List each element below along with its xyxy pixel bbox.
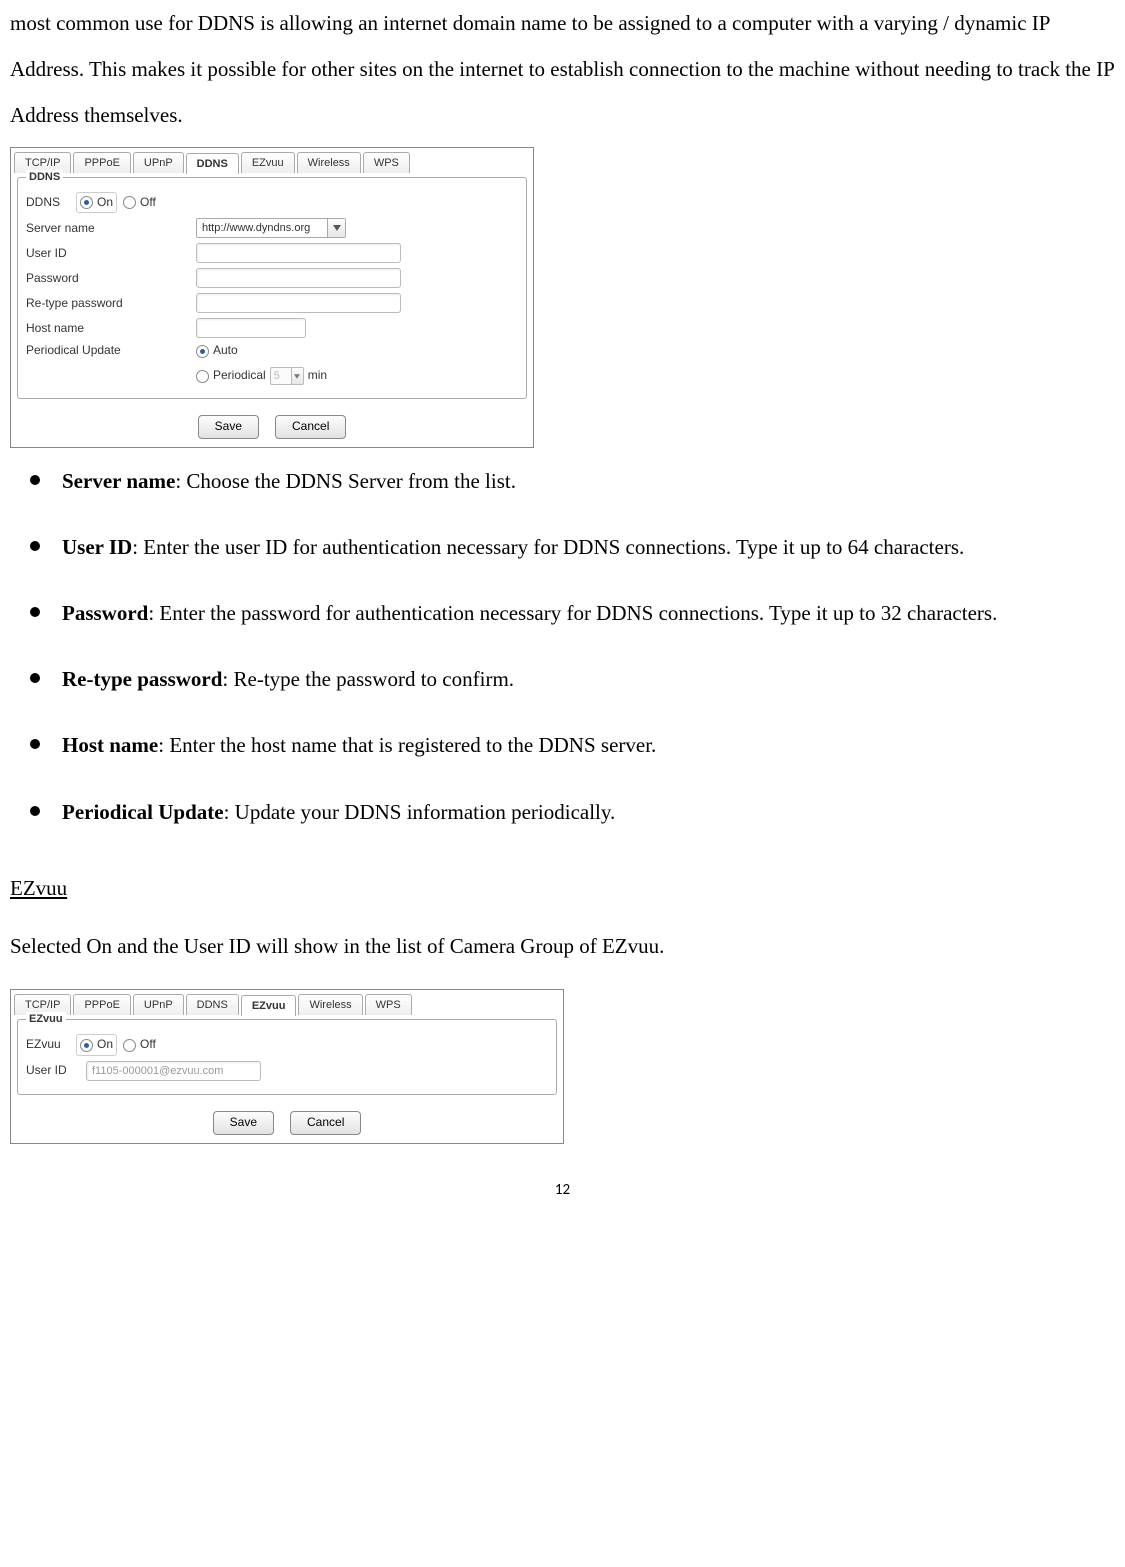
periodical-min-select[interactable]: 5 bbox=[270, 367, 304, 385]
save-button[interactable]: Save bbox=[213, 1111, 274, 1135]
list-item: Periodical Update: Update your DDNS info… bbox=[22, 789, 1115, 835]
list-item: User ID: Enter the user ID for authentic… bbox=[22, 524, 1115, 570]
user-id-input[interactable] bbox=[196, 243, 401, 263]
ezvuu-section-description: Selected On and the User ID will show in… bbox=[10, 923, 1115, 969]
page-number: 12 bbox=[10, 1174, 1115, 1207]
ddns-fieldset: DDNS DDNS On Off Server name http://www.… bbox=[17, 177, 527, 399]
cancel-button[interactable]: Cancel bbox=[290, 1111, 361, 1135]
ezvuu-label: EZvuu bbox=[26, 1037, 76, 1053]
intro-paragraph: most common use for DDNS is allowing an … bbox=[10, 0, 1115, 139]
ddns-on-radio[interactable] bbox=[80, 196, 93, 209]
list-item: Re-type password: Re-type the password t… bbox=[22, 656, 1115, 702]
ezvuu-userid-input[interactable]: f1105-000001@ezvuu.com bbox=[86, 1061, 261, 1081]
ezvuu-legend: EZvuu bbox=[26, 1012, 66, 1026]
tab-wps[interactable]: WPS bbox=[365, 994, 412, 1015]
ddns-label: DDNS bbox=[26, 195, 76, 211]
ezvuu-on-label: On bbox=[97, 1037, 113, 1053]
ezvuu-fieldset: EZvuu EZvuu On Off User ID f1105-000001@… bbox=[17, 1019, 557, 1095]
ezvuu-tabs: TCP/IP PPPoE UPnP DDNS EZvuu Wireless WP… bbox=[11, 990, 563, 1015]
periodical-update-label: Periodical Update bbox=[26, 343, 196, 359]
chevron-down-icon bbox=[291, 368, 303, 384]
tab-ddns[interactable]: DDNS bbox=[186, 153, 239, 174]
ddns-legend: DDNS bbox=[26, 170, 63, 184]
min-label: min bbox=[308, 368, 327, 384]
retype-password-input[interactable] bbox=[196, 293, 401, 313]
ddns-on-label: On bbox=[97, 195, 113, 211]
auto-label: Auto bbox=[213, 343, 238, 359]
tab-pppoe[interactable]: PPPoE bbox=[73, 994, 130, 1015]
ddns-off-radio[interactable] bbox=[123, 196, 136, 209]
server-name-value: http://www.dyndns.org bbox=[197, 221, 327, 235]
ezvuu-button-row: Save Cancel bbox=[11, 1105, 563, 1143]
ezvuu-screenshot: TCP/IP PPPoE UPnP DDNS EZvuu Wireless WP… bbox=[10, 989, 564, 1143]
bullet-term: Password bbox=[62, 601, 148, 625]
bullet-term: Host name bbox=[62, 733, 158, 757]
bullet-text: : Enter the user ID for authentication n… bbox=[132, 535, 964, 559]
user-id-label: User ID bbox=[26, 246, 196, 262]
bullet-term: Periodical Update bbox=[62, 800, 224, 824]
retype-password-label: Re-type password bbox=[26, 296, 196, 312]
tab-upnp[interactable]: UPnP bbox=[133, 152, 184, 173]
password-input[interactable] bbox=[196, 268, 401, 288]
host-name-input[interactable] bbox=[196, 318, 306, 338]
server-name-label: Server name bbox=[26, 221, 196, 237]
bullet-text: : Re-type the password to confirm. bbox=[222, 667, 514, 691]
auto-radio[interactable] bbox=[196, 345, 209, 358]
tab-ddns[interactable]: DDNS bbox=[186, 994, 239, 1015]
ezvuu-off-label: Off bbox=[140, 1037, 156, 1053]
list-item: Password: Enter the password for authent… bbox=[22, 590, 1115, 636]
periodical-min-value: 5 bbox=[271, 369, 291, 383]
ezvuu-userid-label: User ID bbox=[26, 1063, 86, 1079]
bullet-text: : Update your DDNS information periodica… bbox=[224, 800, 616, 824]
cancel-button[interactable]: Cancel bbox=[275, 415, 346, 439]
chevron-down-icon bbox=[327, 219, 345, 237]
password-label: Password bbox=[26, 271, 196, 287]
bullet-text: : Choose the DDNS Server from the list. bbox=[175, 469, 516, 493]
save-button[interactable]: Save bbox=[198, 415, 259, 439]
tab-ezvuu[interactable]: EZvuu bbox=[241, 152, 295, 173]
ddns-off-label: Off bbox=[140, 195, 156, 211]
list-item: Host name: Enter the host name that is r… bbox=[22, 722, 1115, 768]
ezvuu-userid-value: f1105-000001@ezvuu.com bbox=[92, 1064, 223, 1078]
ddns-tabs: TCP/IP PPPoE UPnP DDNS EZvuu Wireless WP… bbox=[11, 148, 533, 173]
ddns-button-row: Save Cancel bbox=[11, 409, 533, 447]
list-item: Server name: Choose the DDNS Server from… bbox=[22, 458, 1115, 504]
tab-upnp[interactable]: UPnP bbox=[133, 994, 184, 1015]
ezvuu-off-radio[interactable] bbox=[123, 1039, 136, 1052]
tab-wireless[interactable]: Wireless bbox=[298, 994, 362, 1015]
bullet-term: Server name bbox=[62, 469, 175, 493]
bullet-text: : Enter the password for authentication … bbox=[148, 601, 997, 625]
ezvuu-section-title: EZvuu bbox=[10, 865, 1115, 911]
periodical-label: Periodical bbox=[213, 368, 266, 384]
ezvuu-on-radio[interactable] bbox=[80, 1039, 93, 1052]
field-description-list: Server name: Choose the DDNS Server from… bbox=[10, 458, 1115, 835]
ddns-screenshot: TCP/IP PPPoE UPnP DDNS EZvuu Wireless WP… bbox=[10, 147, 534, 448]
bullet-text: : Enter the host name that is registered… bbox=[158, 733, 656, 757]
bullet-term: Re-type password bbox=[62, 667, 222, 691]
tab-wps[interactable]: WPS bbox=[363, 152, 410, 173]
host-name-label: Host name bbox=[26, 321, 196, 337]
tab-wireless[interactable]: Wireless bbox=[297, 152, 361, 173]
tab-pppoe[interactable]: PPPoE bbox=[73, 152, 130, 173]
bullet-term: User ID bbox=[62, 535, 132, 559]
periodical-radio[interactable] bbox=[196, 370, 209, 383]
server-name-select[interactable]: http://www.dyndns.org bbox=[196, 218, 346, 238]
tab-ezvuu[interactable]: EZvuu bbox=[241, 995, 297, 1016]
